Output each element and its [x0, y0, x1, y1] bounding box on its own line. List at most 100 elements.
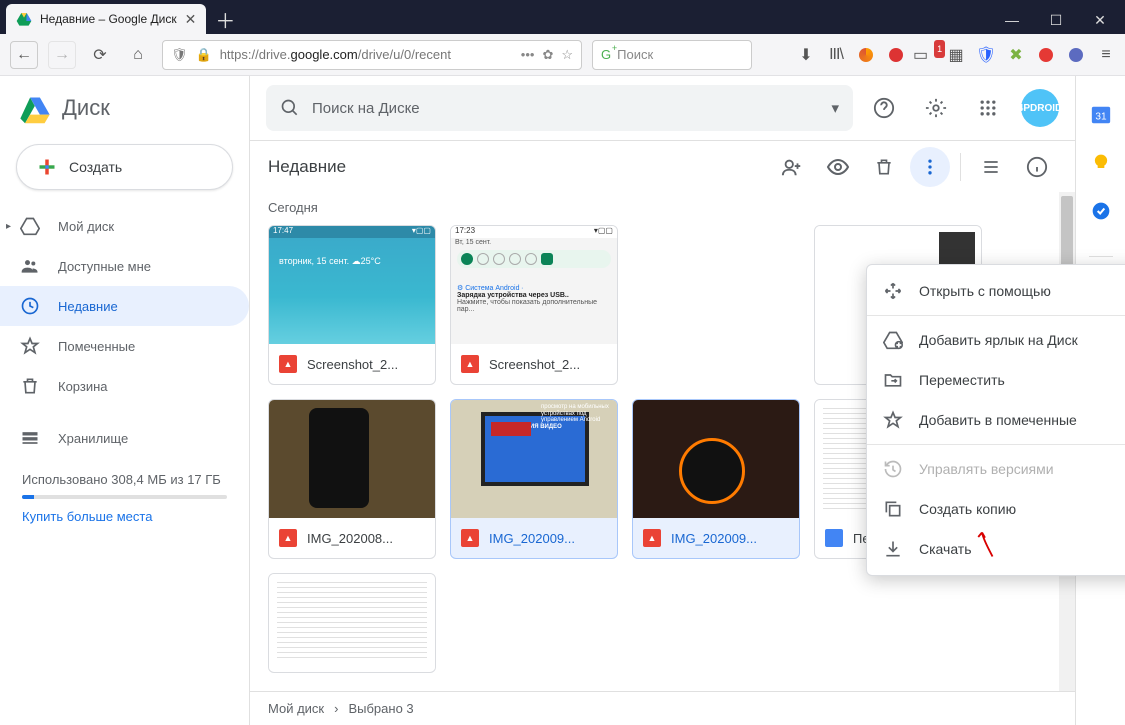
storage-icon — [20, 428, 40, 448]
tab-close-icon[interactable]: ✕ — [185, 11, 197, 28]
preview-text: вторник, 15 сент. ☁25°C — [279, 256, 381, 267]
open-with-icon — [883, 281, 903, 301]
bookmark-star-icon[interactable]: ☆ — [561, 47, 573, 63]
details-button[interactable] — [1017, 147, 1057, 187]
file-card[interactable]: 17:23▾▢▢ Вт, 15 сент. ⚙ Система Android … — [450, 225, 618, 385]
download-icon — [883, 539, 903, 559]
ext-icon-4[interactable]: ▦ — [947, 46, 965, 64]
file-card[interactable]: 17:47▾▢▢ вторник, 15 сент. ☁25°C ▲Screen… — [268, 225, 436, 385]
clock-icon — [20, 296, 40, 316]
ctx-label: Переместить — [919, 372, 1005, 388]
account-avatar[interactable]: 4PDROID — [1021, 89, 1059, 127]
thumbnail: просмотр на мобильных устройствах под уп… — [451, 400, 617, 518]
ctx-label: Открыть с помощью — [919, 283, 1051, 299]
create-button[interactable]: Создать — [16, 144, 233, 190]
content-actions — [772, 147, 1057, 187]
file-card[interactable]: ▲IMG_202008... — [268, 399, 436, 559]
url-text: https://drive.google.com/drive/u/0/recen… — [220, 47, 451, 62]
share-button[interactable] — [772, 147, 812, 187]
ext-icon-5[interactable]: ✖ — [1007, 46, 1025, 64]
settings-button[interactable] — [917, 89, 955, 127]
preview-status-right: ▾▢▢ — [594, 226, 613, 238]
tasks-app-icon[interactable] — [1090, 200, 1112, 222]
ext-icon-3[interactable]: ▭1 — [917, 46, 935, 64]
nav-starred[interactable]: Помеченные — [0, 326, 249, 366]
svg-text:31: 31 — [1095, 112, 1107, 123]
browser-tab[interactable]: Недавние – Google Диск ✕ — [6, 4, 206, 34]
search-options-icon[interactable]: ▾ — [831, 99, 839, 117]
nav-my-drive[interactable]: ▸ Мой диск — [0, 206, 249, 246]
new-tab-button[interactable]: ＋ — [210, 4, 240, 34]
delete-button[interactable] — [864, 147, 904, 187]
window-close-button[interactable]: ✕ — [1079, 6, 1121, 34]
nav-home-button[interactable]: ⌂ — [124, 41, 152, 69]
nav-back-button[interactable]: ← — [10, 41, 38, 69]
file-card[interactable]: ▲IMG_202009... — [632, 399, 800, 559]
ctx-label: Управлять версиями — [919, 461, 1054, 477]
ctx-copy[interactable]: Создать копию — [867, 489, 1125, 529]
search-placeholder: Поиск на Диске — [312, 100, 420, 117]
expand-icon[interactable]: ▸ — [6, 221, 11, 232]
drive-icon — [20, 216, 40, 236]
ctx-download[interactable]: Скачать — [867, 529, 1125, 569]
ctx-move[interactable]: Переместить — [867, 360, 1125, 400]
file-card[interactable]: просмотр на мобильных устройствах под уп… — [450, 399, 618, 559]
list-view-button[interactable] — [971, 147, 1011, 187]
page-title: Недавние — [268, 157, 346, 177]
ctx-label: Добавить ярлык на Диск — [919, 332, 1078, 348]
ctx-add-shortcut[interactable]: Добавить ярлык на Диск ? — [867, 320, 1125, 360]
storage-block: Использовано 308,4 МБ из 17 ГБ Купить бо… — [0, 458, 249, 538]
thumbnail: 17:23▾▢▢ Вт, 15 сент. ⚙ Система Android … — [451, 226, 617, 344]
nav-label: Доступные мне — [58, 259, 151, 274]
breadcrumb: Мой диск › Выбрано 3 — [250, 691, 1075, 725]
help-button[interactable] — [865, 89, 903, 127]
apps-button[interactable] — [969, 89, 1007, 127]
nav-storage[interactable]: Хранилище — [0, 418, 249, 458]
drive-search[interactable]: Поиск на Диске ▾ — [266, 85, 853, 131]
nav-shared[interactable]: Доступные мне — [0, 246, 249, 286]
nav-label: Помеченные — [58, 339, 135, 354]
storage-used-text: Использовано 308,4 МБ из 17 ГБ — [22, 472, 227, 487]
ellipsis-icon[interactable]: ••• — [521, 47, 535, 63]
thumbnail — [269, 574, 435, 670]
address-bar[interactable]: 🛡 🔒 https://drive.google.com/drive/u/0/r… — [162, 40, 582, 70]
download-icon[interactable]: ⬇ — [797, 46, 815, 64]
nav-forward-button[interactable]: → — [48, 41, 76, 69]
library-icon[interactable]: III\ — [827, 46, 845, 64]
drive-logo-icon — [18, 92, 52, 124]
ext-icon-7[interactable] — [1067, 46, 1085, 64]
reader-icon[interactable]: ✿ — [542, 47, 553, 63]
window-minimize-button[interactable]: — — [991, 6, 1033, 34]
preview-text: Вт, 15 сент. — [455, 239, 491, 246]
chevron-right-icon: › — [334, 701, 338, 716]
ublock-icon[interactable]: 🛡 — [977, 46, 995, 64]
storage-label: Хранилище — [58, 431, 128, 446]
buy-more-link[interactable]: Купить больше места — [22, 509, 227, 524]
nav-trash[interactable]: Корзина — [0, 366, 249, 406]
window-maximize-button[interactable]: ☐ — [1035, 6, 1077, 34]
separator — [867, 315, 1125, 316]
ctx-open-with[interactable]: Открыть с помощью › — [867, 271, 1125, 311]
separator — [867, 444, 1125, 445]
ext-icon-1[interactable] — [857, 46, 875, 64]
more-actions-button[interactable] — [910, 147, 950, 187]
keep-app-icon[interactable] — [1090, 152, 1112, 174]
browser-search-box[interactable]: G+ Поиск — [592, 40, 752, 70]
ext-icon-2[interactable] — [887, 46, 905, 64]
browser-menu-icon[interactable]: ≡ — [1097, 46, 1115, 64]
file-name: Screenshot_2... — [307, 357, 398, 372]
breadcrumb-root[interactable]: Мой диск — [268, 701, 324, 716]
logo-row[interactable]: Диск — [0, 88, 249, 138]
move-icon — [883, 370, 903, 390]
nav-reload-button[interactable]: ⟳ — [86, 41, 114, 69]
preview-button[interactable] — [818, 147, 858, 187]
topbar: Поиск на Диске ▾ 4PDROID — [250, 76, 1075, 140]
rail-divider — [1089, 256, 1113, 257]
file-card[interactable] — [268, 573, 436, 673]
app-root: Диск Создать ▸ Мой диск Доступные мне Не… — [0, 76, 1125, 725]
calendar-app-icon[interactable]: 31 — [1090, 104, 1112, 126]
ext-icon-6[interactable] — [1037, 46, 1055, 64]
nav-recent[interactable]: Недавние — [0, 286, 249, 326]
ctx-star[interactable]: Добавить в помеченные — [867, 400, 1125, 440]
image-type-icon: ▲ — [279, 355, 297, 373]
